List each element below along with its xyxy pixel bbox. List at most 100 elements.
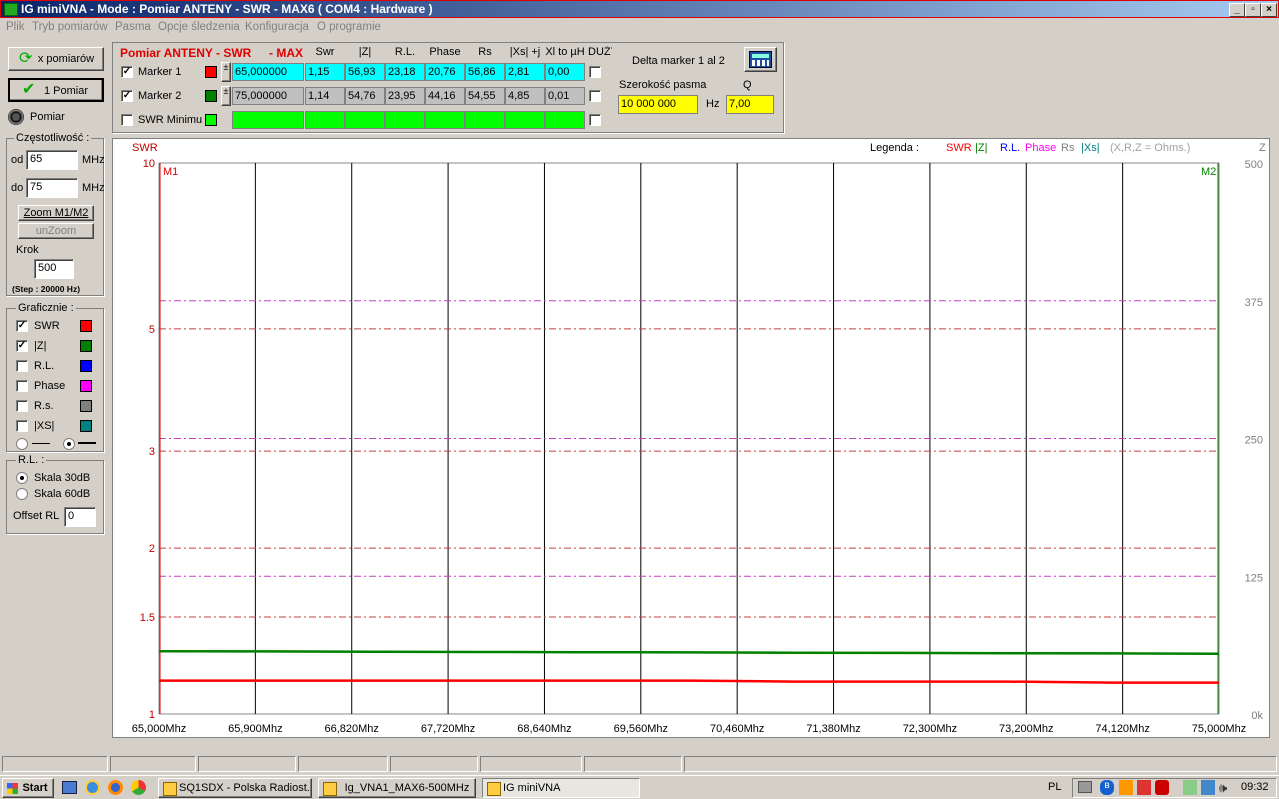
column-header: R.L. <box>394 46 416 58</box>
do-input[interactable]: 75 <box>26 178 78 198</box>
swr-minimu-checkbox[interactable] <box>121 114 133 126</box>
swr-minimu-value-xsj <box>505 111 545 129</box>
line-thick-radio[interactable] <box>63 438 75 450</box>
graph-rs-checkbox[interactable] <box>16 400 28 412</box>
swr-tick-label: 1.5 <box>140 612 155 624</box>
swr-minimu-color-swatch[interactable] <box>205 114 217 126</box>
zoom-button[interactable]: Zoom M1/M2 <box>18 205 94 221</box>
graph-rl-checkbox[interactable] <box>16 360 28 372</box>
graph-swr-checkbox[interactable]: ✓ <box>16 320 28 332</box>
start-button[interactable]: Start <box>2 778 54 798</box>
od-input[interactable]: 65 <box>26 150 78 170</box>
graph-phase-checkbox[interactable] <box>16 380 28 392</box>
status-panel-3 <box>198 756 296 772</box>
skala60-radio[interactable] <box>16 488 28 500</box>
left-axis-title: SWR <box>132 142 158 154</box>
x-tick-label: 69,560Mhz <box>614 723 668 735</box>
marker-2-checkbox[interactable]: ✓ <box>121 90 133 102</box>
swr-minimu-duzy-checkbox[interactable] <box>589 114 601 126</box>
swr-minimu-label: SWR Minimu <box>138 114 203 126</box>
marker-2-label: M2 <box>1201 166 1216 178</box>
marker-2-color-swatch[interactable] <box>205 90 217 102</box>
menu-o-programie[interactable]: O programie <box>317 21 381 33</box>
maximize-button[interactable]: ▫ <box>1245 3 1261 17</box>
chrome-icon[interactable] <box>131 780 146 795</box>
do-label: do <box>11 182 24 194</box>
krok-input[interactable]: 500 <box>34 259 74 279</box>
menu-plik[interactable]: Plik <box>6 21 25 33</box>
graph-phase-color-swatch[interactable] <box>80 380 92 392</box>
marker-2-stepper[interactable]: ± <box>221 86 231 106</box>
minimize-button[interactable]: _ <box>1229 3 1245 17</box>
desktop-icon[interactable] <box>62 781 77 794</box>
unzoom-button[interactable]: unZoom <box>18 223 94 239</box>
ie-icon[interactable] <box>85 780 100 795</box>
column-header: |Z| <box>358 46 372 58</box>
graph-z-color-swatch[interactable] <box>80 340 92 352</box>
z-tick-label: 0k <box>1251 710 1263 722</box>
swr-minimu-frequency[interactable] <box>232 111 304 129</box>
marker-1-frequency[interactable]: 65,000000 <box>232 63 304 81</box>
marker-2-duzy-checkbox[interactable] <box>589 90 601 102</box>
line-thin-radio[interactable] <box>16 438 28 450</box>
graph-z-label: |Z| <box>34 340 47 352</box>
column-header: Rs <box>478 46 492 58</box>
skala30-radio[interactable] <box>16 472 28 484</box>
pomiar-indicator-icon <box>8 109 24 125</box>
marker-2-frequency[interactable]: 75,000000 <box>232 87 304 105</box>
x-tick-label: 70,460Mhz <box>710 723 764 735</box>
one-pomiar-button[interactable]: ✔ 1 Pomiar <box>8 78 104 102</box>
marker-1-checkbox[interactable]: ✓ <box>121 66 133 78</box>
marker-2-value-z: 54,76 <box>345 87 385 105</box>
graph-z-checkbox[interactable]: ✓ <box>16 340 28 352</box>
marker-1-value-rl: 23,18 <box>385 63 425 81</box>
volume-icon[interactable]: 🕪 <box>1219 780 1233 795</box>
title-bar: IG miniVNA - Mode : Pomiar ANTENY - SWR … <box>0 0 1279 18</box>
x-tick-label: 74,120Mhz <box>1095 723 1149 735</box>
measurement-max: - MAX <box>269 46 303 60</box>
offset-input[interactable]: 0 <box>64 507 96 527</box>
firefox-icon[interactable] <box>108 780 123 795</box>
marker-2-value-xsj: 4,85 <box>505 87 545 105</box>
z-tick-label: 125 <box>1245 572 1263 584</box>
task-ig-minivna[interactable]: IG miniVNA <box>482 778 640 798</box>
menu-pasma[interactable]: Pasma <box>115 21 151 33</box>
calculator-button[interactable] <box>744 47 777 72</box>
graph-rl-color-swatch[interactable] <box>80 360 92 372</box>
task-ig-vna-folder[interactable]: Ig_VNA1_MAX6-500MHz <box>318 778 476 798</box>
app-icon <box>4 3 18 16</box>
status-panel-2 <box>110 756 196 772</box>
graph-rl-label: R.L. <box>34 360 55 372</box>
status-panel-1 <box>2 756 108 772</box>
usb-icon[interactable] <box>1183 780 1197 795</box>
bluetooth-icon[interactable]: ʙ <box>1100 780 1114 795</box>
bandwidth-label: Szerokość pasma <box>619 79 707 91</box>
marker-1-duzy-checkbox[interactable] <box>589 66 601 78</box>
graph-rs-color-swatch[interactable] <box>80 400 92 412</box>
menu-opcje-sledzenia[interactable]: Opcje śledzenia <box>158 21 240 33</box>
close-button[interactable]: × <box>1261 3 1277 17</box>
tray-app-icon-2[interactable] <box>1137 780 1151 795</box>
network-icon[interactable] <box>1201 780 1215 795</box>
menu-tryb-pomiarow[interactable]: Tryb pomiarów <box>32 21 108 33</box>
graph-swr-color-swatch[interactable] <box>80 320 92 332</box>
graph-xs-checkbox[interactable] <box>16 420 28 432</box>
marker-1-color-swatch[interactable] <box>205 66 217 78</box>
marker-1-stepper[interactable]: ± <box>221 62 231 82</box>
marker-1-label: M1 <box>163 166 178 178</box>
swr-tick-label: 5 <box>149 324 155 336</box>
graph-xs-color-swatch[interactable] <box>80 420 92 432</box>
tray-app-icon-1[interactable] <box>1119 780 1133 795</box>
language-indicator[interactable]: PL <box>1048 781 1061 793</box>
clock: 09:32 <box>1241 781 1269 793</box>
legend-entry: |Z| <box>975 142 987 154</box>
x-pomiarow-button[interactable]: ⟳ x pomiarów <box>8 47 104 71</box>
check-icon: ✔ <box>22 81 36 98</box>
status-panel-8 <box>684 756 1277 772</box>
antivirus-icon[interactable] <box>1155 780 1169 795</box>
keyboard-icon[interactable] <box>1078 781 1092 793</box>
task-sq1sdx[interactable]: SQ1SDX - Polska Radiost... <box>158 778 312 798</box>
menu-konfiguracja[interactable]: Konfiguracja <box>245 21 309 33</box>
window-title: IG miniVNA - Mode : Pomiar ANTENY - SWR … <box>21 2 433 16</box>
chart-svg: 65,000Mhz 65,900Mhz 66,820Mhz 67,720Mhz 68,6… <box>132 142 1266 735</box>
